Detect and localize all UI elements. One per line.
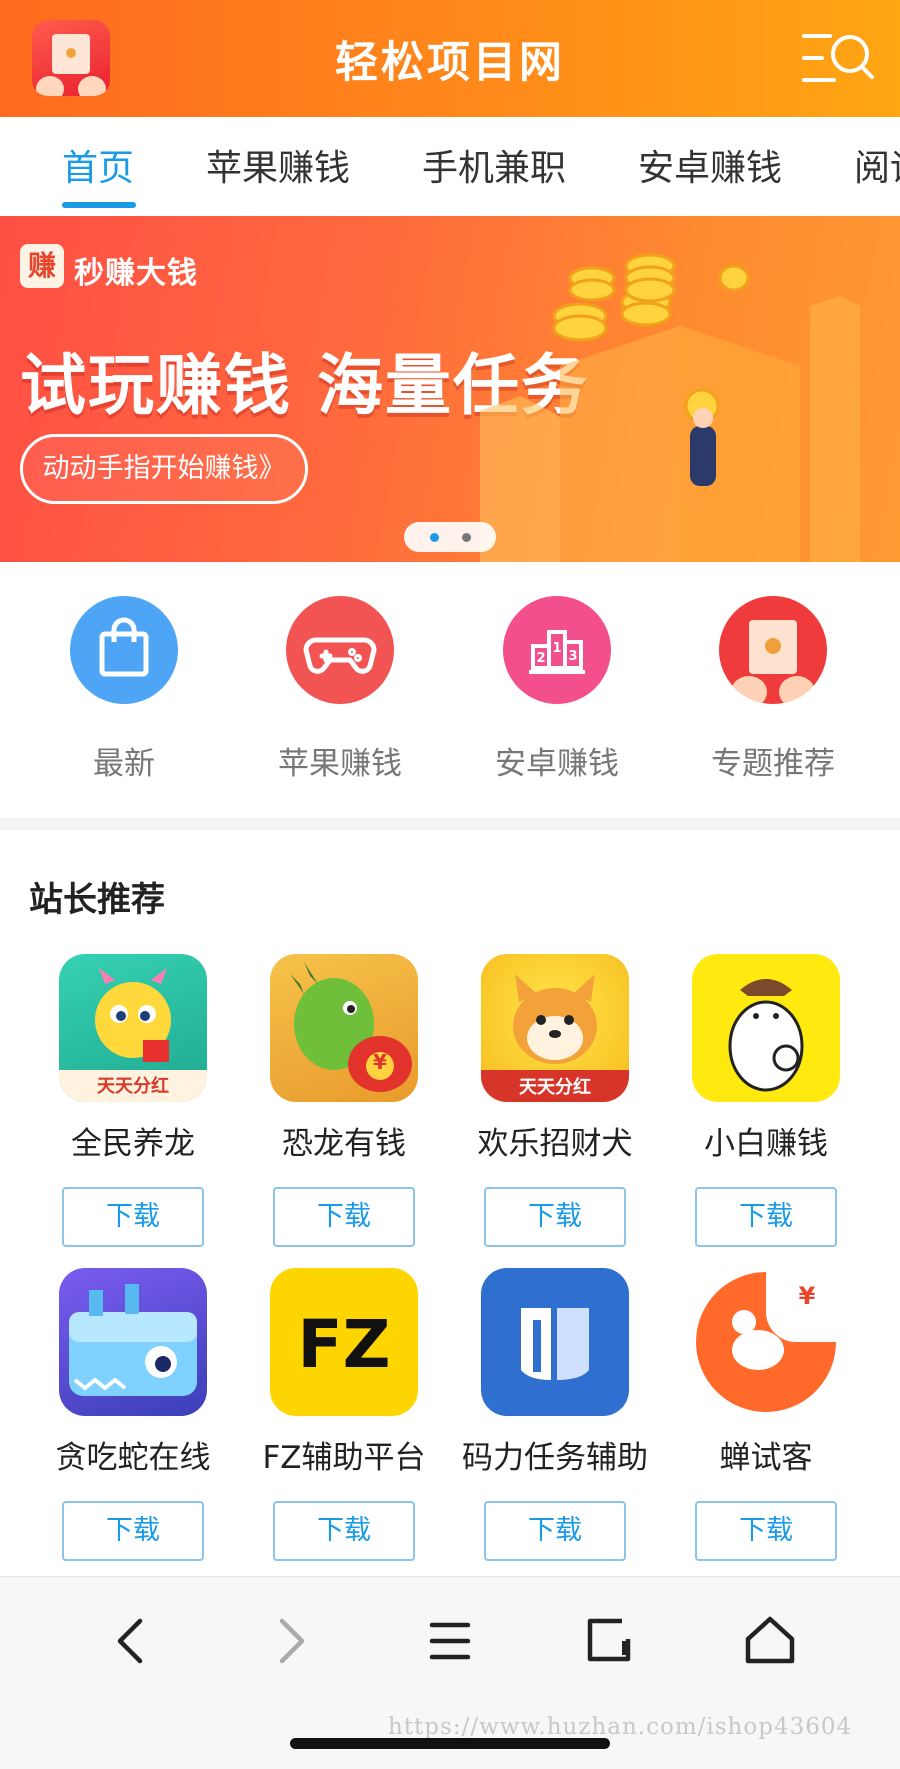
carousel-indicator[interactable] — [404, 522, 496, 552]
gamepad-icon — [286, 596, 394, 704]
icon-caption: 天天分红 — [97, 1076, 169, 1097]
tab-home[interactable]: 首页 — [62, 139, 134, 191]
tab-android-earn[interactable]: 安卓赚钱 — [638, 139, 782, 191]
home-icon[interactable] — [740, 1611, 800, 1671]
app-name: 欢乐招财犬 — [477, 1126, 633, 1162]
app-name: 全民养龙 — [71, 1126, 195, 1162]
tabs-icon[interactable] — [580, 1611, 640, 1671]
icon-caption: ¥ — [373, 1050, 387, 1074]
app-name: 恐龙有钱 — [282, 1126, 406, 1162]
banner-cta-button[interactable]: 动动手指开始赚钱》 — [20, 434, 308, 504]
app-card: 码力任务辅助 下载 — [450, 1268, 660, 1561]
banner-brand: 秒赚大钱 — [74, 256, 198, 291]
app-card: ¥ 蝉试客 下载 — [661, 1268, 871, 1561]
category-label: 最新 — [93, 746, 155, 782]
watermark: https://www.huzhan.com/ishop43604 — [388, 1714, 853, 1740]
icon-caption: FZ — [297, 1306, 391, 1383]
category-label: 专题推荐 — [711, 746, 835, 782]
app-name: FZ辅助平台 — [262, 1440, 426, 1476]
red-envelope-icon — [719, 596, 827, 704]
category-tabs: 首页 苹果赚钱 手机兼职 安卓赚钱 阅读 — [0, 117, 900, 216]
book-app-icon[interactable] — [481, 1268, 629, 1416]
dinosaur-app-icon[interactable]: ¥ — [270, 954, 418, 1102]
category-latest[interactable]: 最新 — [24, 596, 224, 783]
menu-search-icon[interactable] — [800, 30, 876, 86]
download-button[interactable]: 下载 — [273, 1501, 415, 1561]
banner-logo: 赚 — [20, 244, 64, 288]
forward-icon[interactable] — [260, 1611, 320, 1671]
carousel-dot-2[interactable] — [462, 533, 471, 542]
icon-caption: ¥ — [798, 1282, 816, 1310]
promo-banner[interactable]: 赚 秒赚大钱 试玩赚钱 海量任务 动动手指开始赚钱》 — [0, 216, 900, 562]
app-name: 小白赚钱 — [704, 1126, 828, 1162]
back-icon[interactable] — [102, 1611, 162, 1671]
home-indicator[interactable] — [290, 1738, 610, 1749]
app-card: 贪吃蛇在线 下载 — [28, 1268, 238, 1561]
recommend-section: 站长推荐 天天分红 全民养龙 下载 ¥ 恐龙有钱 下载 天天分红 欢乐招财犬 下… — [0, 830, 900, 1576]
menu-icon[interactable] — [420, 1611, 480, 1671]
app-card: FZ FZ辅助平台 下载 — [239, 1268, 449, 1561]
section-title: 站长推荐 — [29, 880, 165, 920]
download-button[interactable]: 下载 — [695, 1187, 837, 1247]
app-name: 码力任务辅助 — [462, 1440, 648, 1476]
category-label: 安卓赚钱 — [495, 746, 619, 782]
quick-categories: 最新 苹果赚钱 213 安卓赚钱 专题推荐 — [0, 562, 900, 818]
fz-app-icon[interactable]: FZ — [270, 1268, 418, 1416]
download-button[interactable]: 下载 — [484, 1501, 626, 1561]
shiba-dog-app-icon[interactable]: 天天分红 — [481, 954, 629, 1102]
carousel-dot-1[interactable] — [430, 533, 439, 542]
download-button[interactable]: 下载 — [62, 1187, 204, 1247]
app-card: 天天分红 全民养龙 下载 — [28, 954, 238, 1247]
shopping-bag-icon — [70, 596, 178, 704]
download-button[interactable]: 下载 — [695, 1501, 837, 1561]
download-button[interactable]: 下载 — [273, 1187, 415, 1247]
svg-text:1: 1 — [552, 641, 561, 656]
category-featured[interactable]: 专题推荐 — [673, 596, 873, 783]
category-android-earn[interactable]: 213 安卓赚钱 — [457, 596, 657, 783]
cicada-app-icon[interactable]: ¥ — [692, 1268, 840, 1416]
app-name: 贪吃蛇在线 — [55, 1440, 211, 1476]
tab-phone-parttime[interactable]: 手机兼职 — [422, 139, 566, 191]
app-header: 轻松项目网 — [0, 0, 900, 117]
white-character-app-icon[interactable] — [692, 954, 840, 1102]
app-name: 蝉试客 — [719, 1440, 813, 1476]
category-apple-earn[interactable]: 苹果赚钱 — [240, 596, 440, 783]
download-button[interactable]: 下载 — [62, 1501, 204, 1561]
podium-icon: 213 — [503, 596, 611, 704]
snake-game-app-icon[interactable] — [59, 1268, 207, 1416]
app-card: ¥ 恐龙有钱 下载 — [239, 954, 449, 1247]
category-label: 苹果赚钱 — [278, 746, 402, 782]
svg-text:2: 2 — [536, 651, 545, 666]
coin-stack-illustration — [480, 253, 860, 562]
tab-active-indicator — [62, 202, 136, 208]
app-card: 天天分红 欢乐招财犬 下载 — [450, 954, 660, 1247]
download-button[interactable]: 下载 — [484, 1187, 626, 1247]
tab-reading[interactable]: 阅读 — [854, 139, 900, 191]
page-title: 轻松项目网 — [335, 38, 565, 88]
tab-apple-earn[interactable]: 苹果赚钱 — [206, 139, 350, 191]
svg-text:3: 3 — [568, 649, 577, 664]
icon-caption: 天天分红 — [519, 1077, 591, 1098]
app-card: 小白赚钱 下载 — [661, 954, 871, 1247]
dragon-app-icon[interactable]: 天天分红 — [59, 954, 207, 1102]
